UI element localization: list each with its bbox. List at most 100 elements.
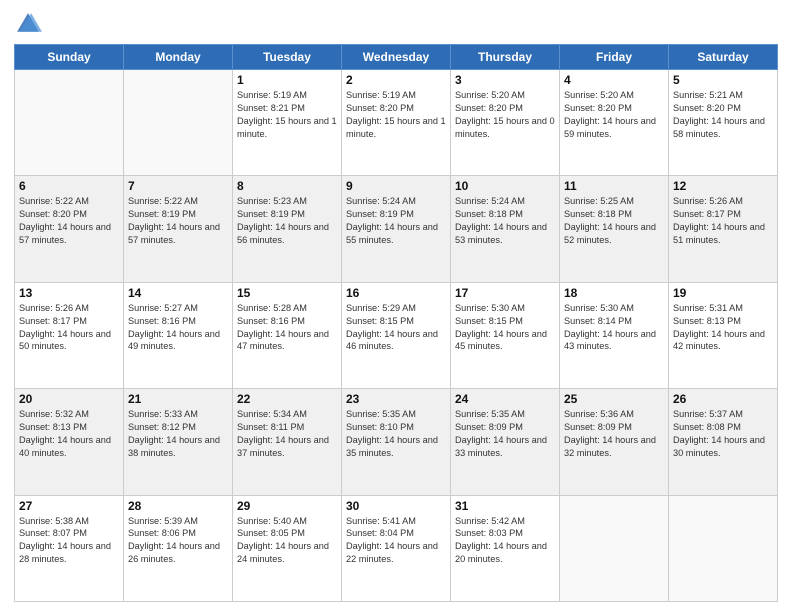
day-number: 23 xyxy=(346,392,446,406)
day-number: 2 xyxy=(346,73,446,87)
day-info: Sunrise: 5:27 AMSunset: 8:16 PMDaylight:… xyxy=(128,302,228,354)
day-info: Sunrise: 5:33 AMSunset: 8:12 PMDaylight:… xyxy=(128,408,228,460)
day-number: 6 xyxy=(19,179,119,193)
calendar-cell: 24 Sunrise: 5:35 AMSunset: 8:09 PMDayligh… xyxy=(451,389,560,495)
calendar-cell: 25 Sunrise: 5:36 AMSunset: 8:09 PMDayligh… xyxy=(560,389,669,495)
calendar-cell: 1 Sunrise: 5:19 AMSunset: 8:21 PMDaylight… xyxy=(233,70,342,176)
calendar-cell: 6 Sunrise: 5:22 AMSunset: 8:20 PMDaylight… xyxy=(15,176,124,282)
day-info: Sunrise: 5:29 AMSunset: 8:15 PMDaylight:… xyxy=(346,302,446,354)
day-info: Sunrise: 5:25 AMSunset: 8:18 PMDaylight:… xyxy=(564,195,664,247)
day-info: Sunrise: 5:19 AMSunset: 8:20 PMDaylight:… xyxy=(346,89,446,141)
day-header-wednesday: Wednesday xyxy=(342,45,451,70)
day-info: Sunrise: 5:28 AMSunset: 8:16 PMDaylight:… xyxy=(237,302,337,354)
calendar-cell: 17 Sunrise: 5:30 AMSunset: 8:15 PMDayligh… xyxy=(451,282,560,388)
day-info: Sunrise: 5:26 AMSunset: 8:17 PMDaylight:… xyxy=(19,302,119,354)
calendar-cell: 31 Sunrise: 5:42 AMSunset: 8:03 PMDayligh… xyxy=(451,495,560,601)
day-number: 21 xyxy=(128,392,228,406)
day-number: 16 xyxy=(346,286,446,300)
day-number: 25 xyxy=(564,392,664,406)
calendar-cell: 9Sunrise: 5:24 AMSunset: 8:19 PMDaylight… xyxy=(342,176,451,282)
day-info: Sunrise: 5:22 AMSunset: 8:19 PMDaylight:… xyxy=(128,195,228,247)
day-header-friday: Friday xyxy=(560,45,669,70)
day-number: 20 xyxy=(19,392,119,406)
day-number: 12 xyxy=(673,179,773,193)
day-info: Sunrise: 5:26 AMSunset: 8:17 PMDaylight:… xyxy=(673,195,773,247)
day-number: 18 xyxy=(564,286,664,300)
day-number: 31 xyxy=(455,499,555,513)
calendar-cell: 2 Sunrise: 5:19 AMSunset: 8:20 PMDaylight… xyxy=(342,70,451,176)
calendar-cell: 27 Sunrise: 5:38 AMSunset: 8:07 PMDayligh… xyxy=(15,495,124,601)
day-number: 14 xyxy=(128,286,228,300)
calendar-cell: 26Sunrise: 5:37 AMSunset: 8:08 PMDayligh… xyxy=(669,389,778,495)
calendar-cell: 21 Sunrise: 5:33 AMSunset: 8:12 PMDayligh… xyxy=(124,389,233,495)
day-info: Sunrise: 5:42 AMSunset: 8:03 PMDaylight:… xyxy=(455,515,555,567)
day-header-thursday: Thursday xyxy=(451,45,560,70)
day-number: 22 xyxy=(237,392,337,406)
calendar-cell: 15Sunrise: 5:28 AMSunset: 8:16 PMDayligh… xyxy=(233,282,342,388)
calendar-week-row: 20 Sunrise: 5:32 AMSunset: 8:13 PMDayligh… xyxy=(15,389,778,495)
day-number: 13 xyxy=(19,286,119,300)
calendar-table: SundayMondayTuesdayWednesdayThursdayFrid… xyxy=(14,44,778,602)
day-info: Sunrise: 5:38 AMSunset: 8:07 PMDaylight:… xyxy=(19,515,119,567)
day-number: 19 xyxy=(673,286,773,300)
day-info: Sunrise: 5:35 AMSunset: 8:10 PMDaylight:… xyxy=(346,408,446,460)
day-number: 1 xyxy=(237,73,337,87)
day-info: Sunrise: 5:39 AMSunset: 8:06 PMDaylight:… xyxy=(128,515,228,567)
day-number: 7 xyxy=(128,179,228,193)
logo-icon xyxy=(14,10,42,38)
calendar-cell xyxy=(124,70,233,176)
day-info: Sunrise: 5:30 AMSunset: 8:14 PMDaylight:… xyxy=(564,302,664,354)
day-info: Sunrise: 5:40 AMSunset: 8:05 PMDaylight:… xyxy=(237,515,337,567)
day-info: Sunrise: 5:34 AMSunset: 8:11 PMDaylight:… xyxy=(237,408,337,460)
calendar-cell xyxy=(669,495,778,601)
day-number: 11 xyxy=(564,179,664,193)
calendar-cell: 13 Sunrise: 5:26 AMSunset: 8:17 PMDayligh… xyxy=(15,282,124,388)
calendar-week-row: 1 Sunrise: 5:19 AMSunset: 8:21 PMDaylight… xyxy=(15,70,778,176)
day-info: Sunrise: 5:31 AMSunset: 8:13 PMDaylight:… xyxy=(673,302,773,354)
day-number: 26 xyxy=(673,392,773,406)
day-info: Sunrise: 5:21 AMSunset: 8:20 PMDaylight:… xyxy=(673,89,773,141)
page: SundayMondayTuesdayWednesdayThursdayFrid… xyxy=(0,0,792,612)
day-number: 8 xyxy=(237,179,337,193)
day-info: Sunrise: 5:35 AMSunset: 8:09 PMDaylight:… xyxy=(455,408,555,460)
day-number: 3 xyxy=(455,73,555,87)
day-number: 30 xyxy=(346,499,446,513)
calendar-cell: 4 Sunrise: 5:20 AMSunset: 8:20 PMDaylight… xyxy=(560,70,669,176)
day-number: 17 xyxy=(455,286,555,300)
calendar-cell xyxy=(15,70,124,176)
day-header-tuesday: Tuesday xyxy=(233,45,342,70)
calendar-cell: 16 Sunrise: 5:29 AMSunset: 8:15 PMDayligh… xyxy=(342,282,451,388)
day-info: Sunrise: 5:32 AMSunset: 8:13 PMDaylight:… xyxy=(19,408,119,460)
calendar-week-row: 13 Sunrise: 5:26 AMSunset: 8:17 PMDayligh… xyxy=(15,282,778,388)
calendar-cell: 3 Sunrise: 5:20 AMSunset: 8:20 PMDaylight… xyxy=(451,70,560,176)
header xyxy=(14,10,778,38)
day-number: 27 xyxy=(19,499,119,513)
day-info: Sunrise: 5:36 AMSunset: 8:09 PMDaylight:… xyxy=(564,408,664,460)
day-number: 5 xyxy=(673,73,773,87)
day-info: Sunrise: 5:23 AMSunset: 8:19 PMDaylight:… xyxy=(237,195,337,247)
calendar-cell: 28Sunrise: 5:39 AMSunset: 8:06 PMDayligh… xyxy=(124,495,233,601)
day-info: Sunrise: 5:19 AMSunset: 8:21 PMDaylight:… xyxy=(237,89,337,141)
day-header-sunday: Sunday xyxy=(15,45,124,70)
day-header-saturday: Saturday xyxy=(669,45,778,70)
calendar-week-row: 6 Sunrise: 5:22 AMSunset: 8:20 PMDaylight… xyxy=(15,176,778,282)
calendar-cell: 10Sunrise: 5:24 AMSunset: 8:18 PMDayligh… xyxy=(451,176,560,282)
calendar-cell: 22 Sunrise: 5:34 AMSunset: 8:11 PMDayligh… xyxy=(233,389,342,495)
calendar-cell: 30Sunrise: 5:41 AMSunset: 8:04 PMDayligh… xyxy=(342,495,451,601)
calendar-week-row: 27 Sunrise: 5:38 AMSunset: 8:07 PMDayligh… xyxy=(15,495,778,601)
calendar-cell: 5 Sunrise: 5:21 AMSunset: 8:20 PMDaylight… xyxy=(669,70,778,176)
day-info: Sunrise: 5:20 AMSunset: 8:20 PMDaylight:… xyxy=(455,89,555,141)
day-header-monday: Monday xyxy=(124,45,233,70)
day-info: Sunrise: 5:24 AMSunset: 8:18 PMDaylight:… xyxy=(455,195,555,247)
calendar-cell: 14 Sunrise: 5:27 AMSunset: 8:16 PMDayligh… xyxy=(124,282,233,388)
calendar-cell: 8 Sunrise: 5:23 AMSunset: 8:19 PMDaylight… xyxy=(233,176,342,282)
calendar-cell: 11 Sunrise: 5:25 AMSunset: 8:18 PMDayligh… xyxy=(560,176,669,282)
calendar-cell: 12 Sunrise: 5:26 AMSunset: 8:17 PMDayligh… xyxy=(669,176,778,282)
day-number: 4 xyxy=(564,73,664,87)
day-info: Sunrise: 5:22 AMSunset: 8:20 PMDaylight:… xyxy=(19,195,119,247)
day-number: 9 xyxy=(346,179,446,193)
day-number: 24 xyxy=(455,392,555,406)
day-info: Sunrise: 5:20 AMSunset: 8:20 PMDaylight:… xyxy=(564,89,664,141)
calendar-cell: 18 Sunrise: 5:30 AMSunset: 8:14 PMDayligh… xyxy=(560,282,669,388)
day-info: Sunrise: 5:30 AMSunset: 8:15 PMDaylight:… xyxy=(455,302,555,354)
